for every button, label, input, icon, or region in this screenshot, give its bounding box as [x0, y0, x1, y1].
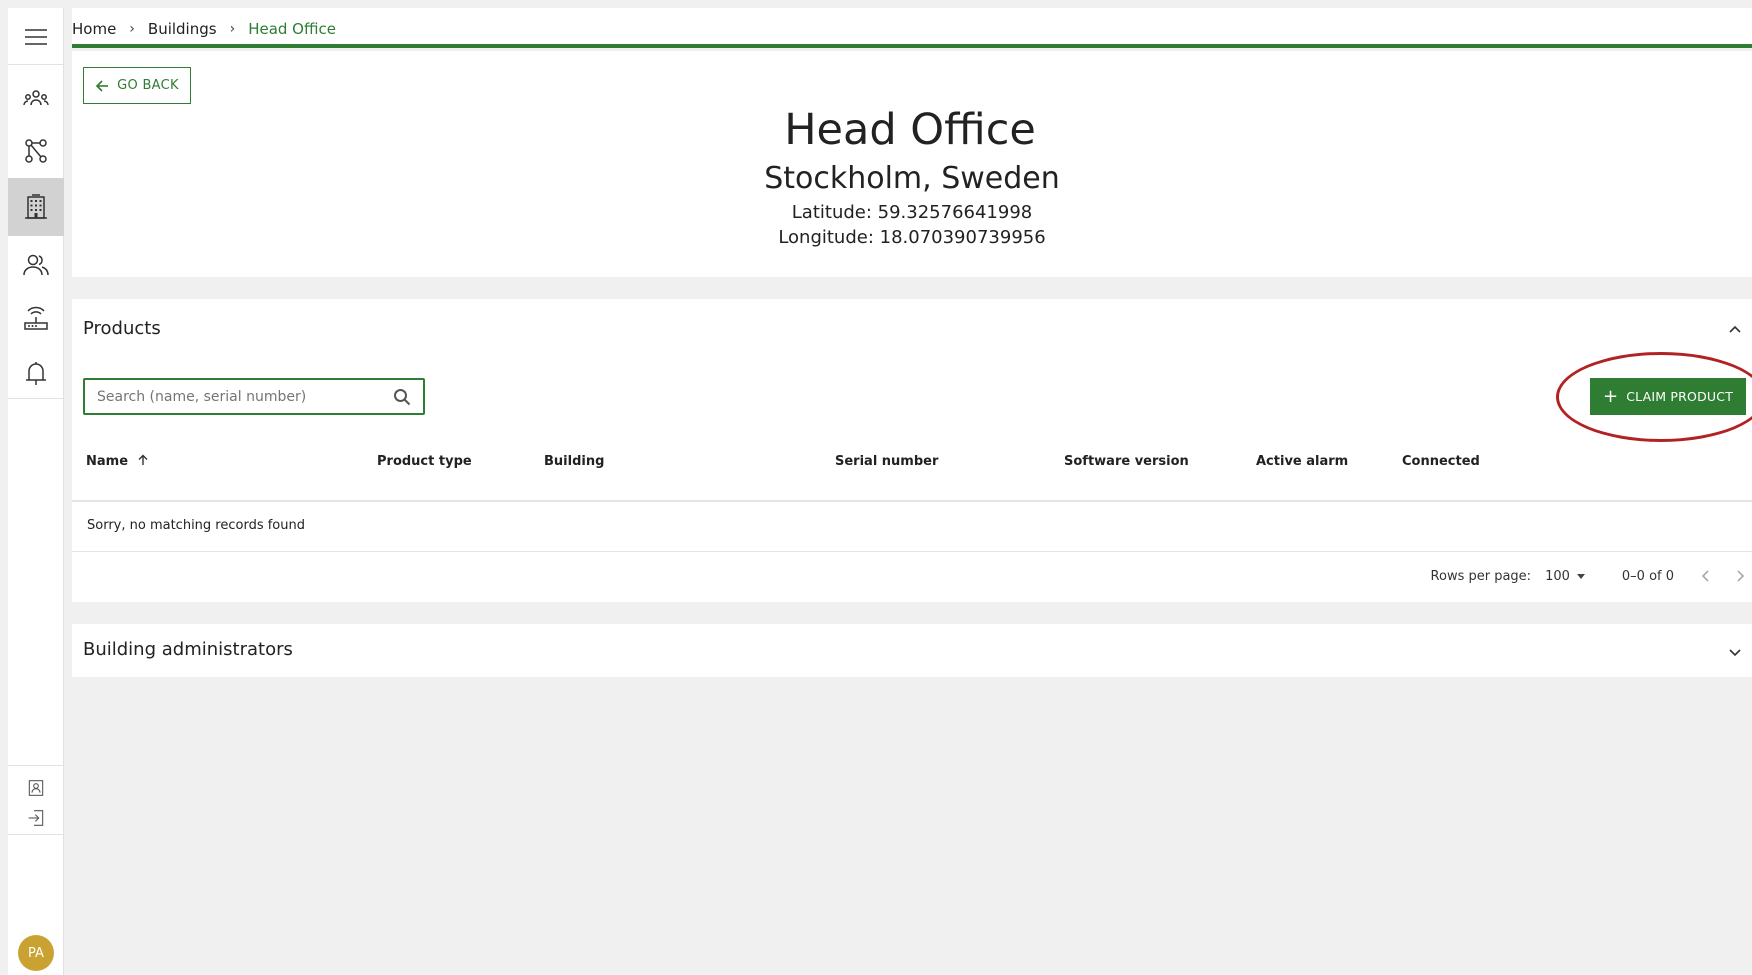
profile-button[interactable] [8, 774, 64, 802]
rows-per-page-value: 100 [1545, 568, 1570, 584]
sidebar-divider [8, 398, 64, 399]
plus-icon: + [1602, 385, 1619, 407]
sidebar-divider [8, 765, 64, 766]
claim-product-label: CLAIM PRODUCT [1626, 389, 1734, 404]
pagination: Rows per page: 100 0–0 of 0 [1431, 561, 1752, 591]
products-section: Products + CLAIM PRODUCT Name Product ty… [72, 299, 1752, 602]
gateway-icon [24, 306, 48, 330]
logout-button[interactable] [8, 804, 64, 832]
sidebar-item-organizations[interactable] [8, 70, 64, 128]
breadcrumb-home[interactable]: Home [72, 20, 116, 38]
column-header-software-version[interactable]: Software version [1064, 454, 1189, 469]
column-header-product-type[interactable]: Product type [377, 454, 472, 469]
search-box [83, 378, 425, 415]
building-header: GO BACK Head Office Stockholm, Sweden La… [72, 51, 1752, 277]
column-header-connected[interactable]: Connected [1402, 454, 1480, 469]
sort-ascending-icon [138, 454, 148, 465]
breadcrumb-current: Head Office [248, 20, 336, 38]
hierarchy-icon [25, 139, 47, 163]
menu-button[interactable] [8, 8, 64, 66]
search-icon[interactable] [393, 388, 411, 406]
building-longitude: Longitude: 18.070390739956 [778, 227, 1046, 249]
pagination-range: 0–0 of 0 [1621, 568, 1674, 584]
sidebar-item-hierarchy[interactable] [8, 122, 64, 180]
rows-per-page-label: Rows per page: [1430, 568, 1532, 584]
rows-per-page-select[interactable]: 100 [1545, 569, 1586, 584]
search-input[interactable] [85, 380, 375, 413]
column-header-building[interactable]: Building [544, 454, 604, 469]
breadcrumb-buildings[interactable]: Buildings [148, 20, 217, 38]
sidebar-item-alarms[interactable] [8, 344, 64, 402]
breadcrumb-separator: › [229, 21, 236, 37]
arrow-left-icon [95, 79, 109, 92]
breadcrumb-separator: › [129, 21, 135, 37]
products-title: Products [83, 318, 161, 339]
building-administrators-title: Building administrators [83, 639, 293, 660]
building-latitude: Latitude: 59.32576641998 [791, 202, 1033, 223]
chevron-up-icon[interactable] [1728, 322, 1742, 336]
sidebar: PA [8, 8, 64, 975]
building-title-block: Head Office Stockholm, Sweden Latitude: … [72, 109, 1752, 250]
menu-icon [25, 29, 47, 45]
claim-product-button[interactable]: + CLAIM PRODUCT [1590, 378, 1746, 415]
profile-icon [28, 780, 44, 796]
logout-icon [28, 810, 44, 826]
go-back-label: GO BACK [117, 78, 179, 93]
chevron-down-icon[interactable] [1728, 645, 1742, 659]
next-page-icon[interactable] [1734, 569, 1746, 583]
users-icon [23, 254, 49, 276]
empty-table-message: Sorry, no matching records found [87, 518, 305, 533]
column-header-name[interactable]: Name [86, 454, 149, 469]
sidebar-item-users[interactable] [8, 236, 64, 294]
page-title: Head Office [784, 105, 1036, 155]
column-header-serial-number[interactable]: Serial number [835, 454, 938, 469]
go-back-button[interactable]: GO BACK [83, 67, 191, 104]
products-table-header: Name Product type Building Serial number… [72, 422, 1752, 502]
breadcrumb-underline [72, 44, 1752, 48]
building-administrators-section[interactable]: Building administrators [72, 624, 1752, 677]
organization-icon [23, 90, 49, 106]
breadcrumb-bar: Home › Buildings › Head Office [72, 8, 1752, 48]
column-header-active-alarm[interactable]: Active alarm [1256, 454, 1348, 469]
sidebar-divider [8, 64, 64, 65]
bell-icon [26, 362, 46, 385]
sidebar-item-gateways[interactable] [8, 290, 64, 348]
sidebar-divider [8, 834, 64, 835]
previous-page-icon[interactable] [1700, 569, 1712, 583]
table-divider [72, 551, 1752, 552]
breadcrumb: Home › Buildings › Head Office [72, 20, 336, 38]
caret-down-icon [1576, 574, 1585, 579]
sidebar-item-buildings[interactable] [8, 178, 64, 236]
building-location: Stockholm, Sweden [764, 161, 1060, 196]
column-label: Name [86, 454, 129, 469]
building-icon [25, 194, 47, 219]
user-avatar[interactable]: PA [18, 935, 54, 971]
